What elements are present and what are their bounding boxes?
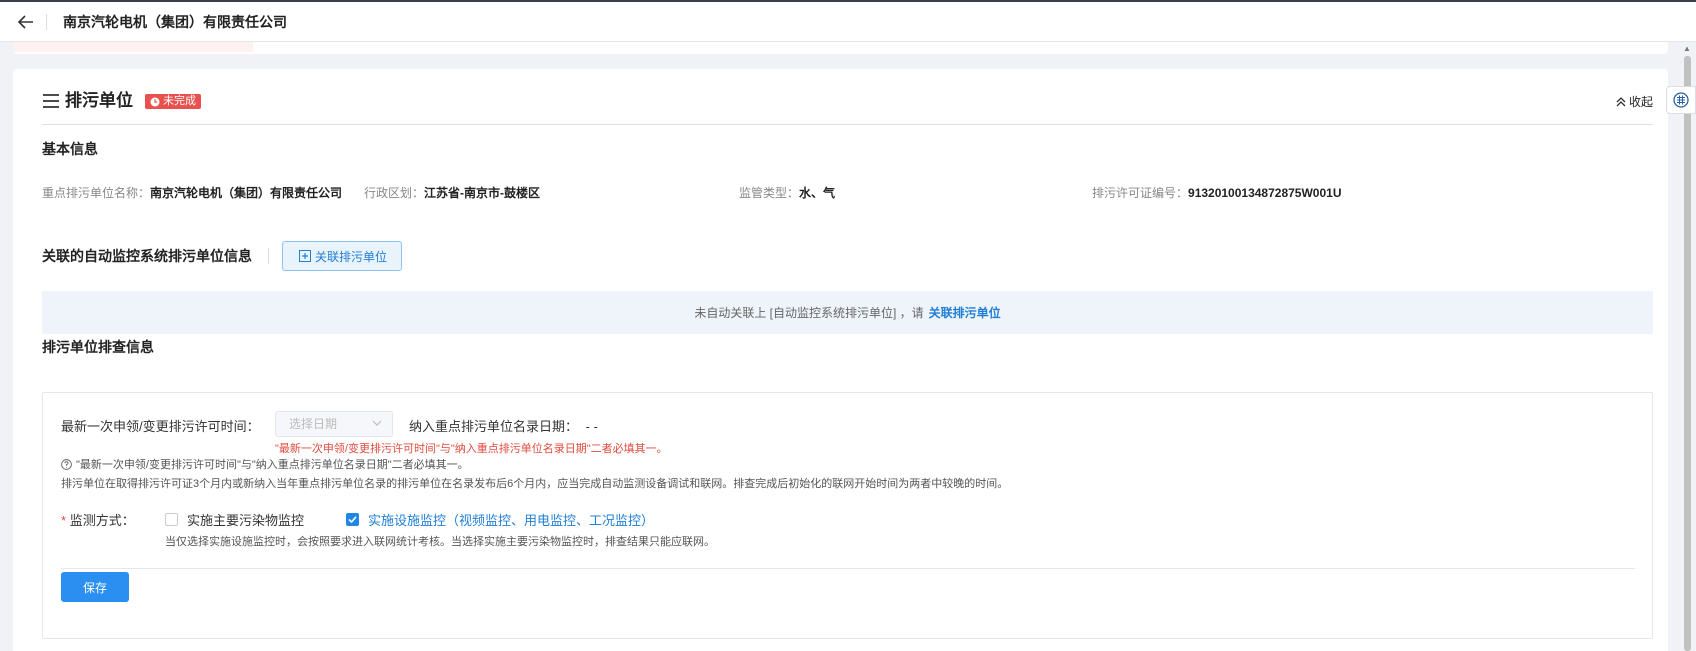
link-notice: 未自动关联上 [自动监控系统排污单位] ，请 关联排污单位 — [42, 291, 1653, 334]
pollution-unit-card: 排污单位 未完成 收起 基本信息 重点排污单位名称：南京汽轮电机（集团）有限责任… — [13, 69, 1668, 651]
header-divider — [46, 13, 47, 30]
check-icon — [348, 516, 357, 524]
collapse-label: 收起 — [1628, 95, 1653, 109]
section-header: 排污单位 未完成 收起 — [42, 91, 1653, 125]
link-unit-button-label: 关联排污单位 — [315, 249, 388, 264]
date-tip: "最新一次申领/变更排污许可时间"与"纳入重点排污单位名录日期"二者必填其一。 — [61, 456, 469, 472]
status-badge: 未完成 — [145, 94, 201, 109]
basic-info-row: 重点排污单位名称：南京汽轮电机（集团）有限责任公司 行政区划：江苏省-南京市-鼓… — [42, 184, 1653, 202]
floating-side-button[interactable] — [1666, 86, 1696, 114]
arrow-left-icon — [18, 14, 33, 29]
grid-table-icon — [1673, 92, 1689, 108]
linked-unit-row: 关联的自动监控系统排污单位信息 关联排污单位 — [42, 241, 403, 271]
facility-monitor-label[interactable]: 实施设施监控（视频监控、用电监控、工况监控） — [368, 510, 654, 529]
chevron-down-icon — [372, 420, 382, 426]
listing-date-label: 纳入重点排污单位名录日期： - - — [409, 419, 598, 434]
question-circle-icon — [61, 458, 72, 470]
menu-icon — [43, 94, 59, 108]
info-permit-number: 排污许可证编号：91320100134872875W001U — [1092, 186, 1342, 200]
latest-permit-date-picker[interactable]: 选择日期 — [275, 411, 393, 437]
notice-link[interactable]: 关联排污单位 — [929, 304, 1001, 321]
save-button[interactable]: 保存 — [61, 572, 129, 602]
previous-card-bottom — [13, 42, 1668, 54]
inspection-heading: 排污单位排查信息 — [42, 339, 154, 355]
status-badge-text: 未完成 — [163, 95, 196, 107]
networking-tip: 排污单位在取得排污许可证3个月内或新纳入当年重点排污单位名录的排污单位在名录发布… — [61, 478, 1009, 490]
latest-permit-label: 最新一次申领/变更排污许可时间： — [61, 419, 260, 434]
pollutant-monitor-label[interactable]: 实施主要污染物监控 — [187, 510, 304, 529]
info-region: 行政区划：江苏省-南京市-鼓楼区 — [364, 186, 541, 200]
plus-square-icon — [299, 250, 311, 262]
form-divider — [61, 568, 1635, 569]
notice-text: 未自动关联上 [自动监控系统排污单位] ，请 — [694, 306, 924, 320]
inspection-form: 最新一次申领/变更排污许可时间： 选择日期 纳入重点排污单位名录日期： - - … — [42, 392, 1653, 639]
monitor-method-label: * 监测方式： — [61, 513, 135, 528]
facility-monitor-checkbox[interactable] — [346, 513, 359, 526]
page-title: 南京汽轮电机（集团）有限责任公司 — [63, 13, 287, 30]
back-button[interactable] — [6, 2, 46, 42]
linked-unit-heading: 关联的自动监控系统排污单位信息 — [42, 248, 252, 264]
link-unit-button[interactable]: 关联排污单位 — [282, 241, 403, 271]
page-header: 南京汽轮电机（集团）有限责任公司 — [0, 2, 1696, 42]
section-title: 排污单位 — [65, 91, 133, 110]
required-mark: * — [61, 513, 67, 528]
info-supervision-type: 监管类型：水、气 — [739, 186, 836, 200]
listing-date-value: - - — [585, 419, 598, 434]
basic-info-heading: 基本信息 — [42, 141, 98, 157]
scrollbar[interactable]: ▲ — [1679, 42, 1696, 651]
scroll-up-arrow-icon[interactable]: ▲ — [1683, 44, 1691, 53]
date-error-message: "最新一次申领/变更排污许可时间"与"纳入重点排污单位名录日期"二者必填其一。 — [275, 443, 668, 455]
pollutant-monitor-checkbox[interactable] — [165, 513, 178, 526]
scroll-thumb[interactable] — [1684, 56, 1691, 651]
double-chevron-up-icon — [1616, 96, 1626, 106]
collapse-button[interactable]: 收起 — [1616, 93, 1653, 110]
info-unit-name: 重点排污单位名称：南京汽轮电机（集团）有限责任公司 — [42, 186, 343, 200]
date-placeholder: 选择日期 — [289, 417, 338, 431]
monitor-hint: 当仅选择实施设施监控时，会按照要求进入联网统计考核。当选择实施主要污染物监控时，… — [165, 536, 715, 548]
clock-icon — [150, 97, 160, 106]
